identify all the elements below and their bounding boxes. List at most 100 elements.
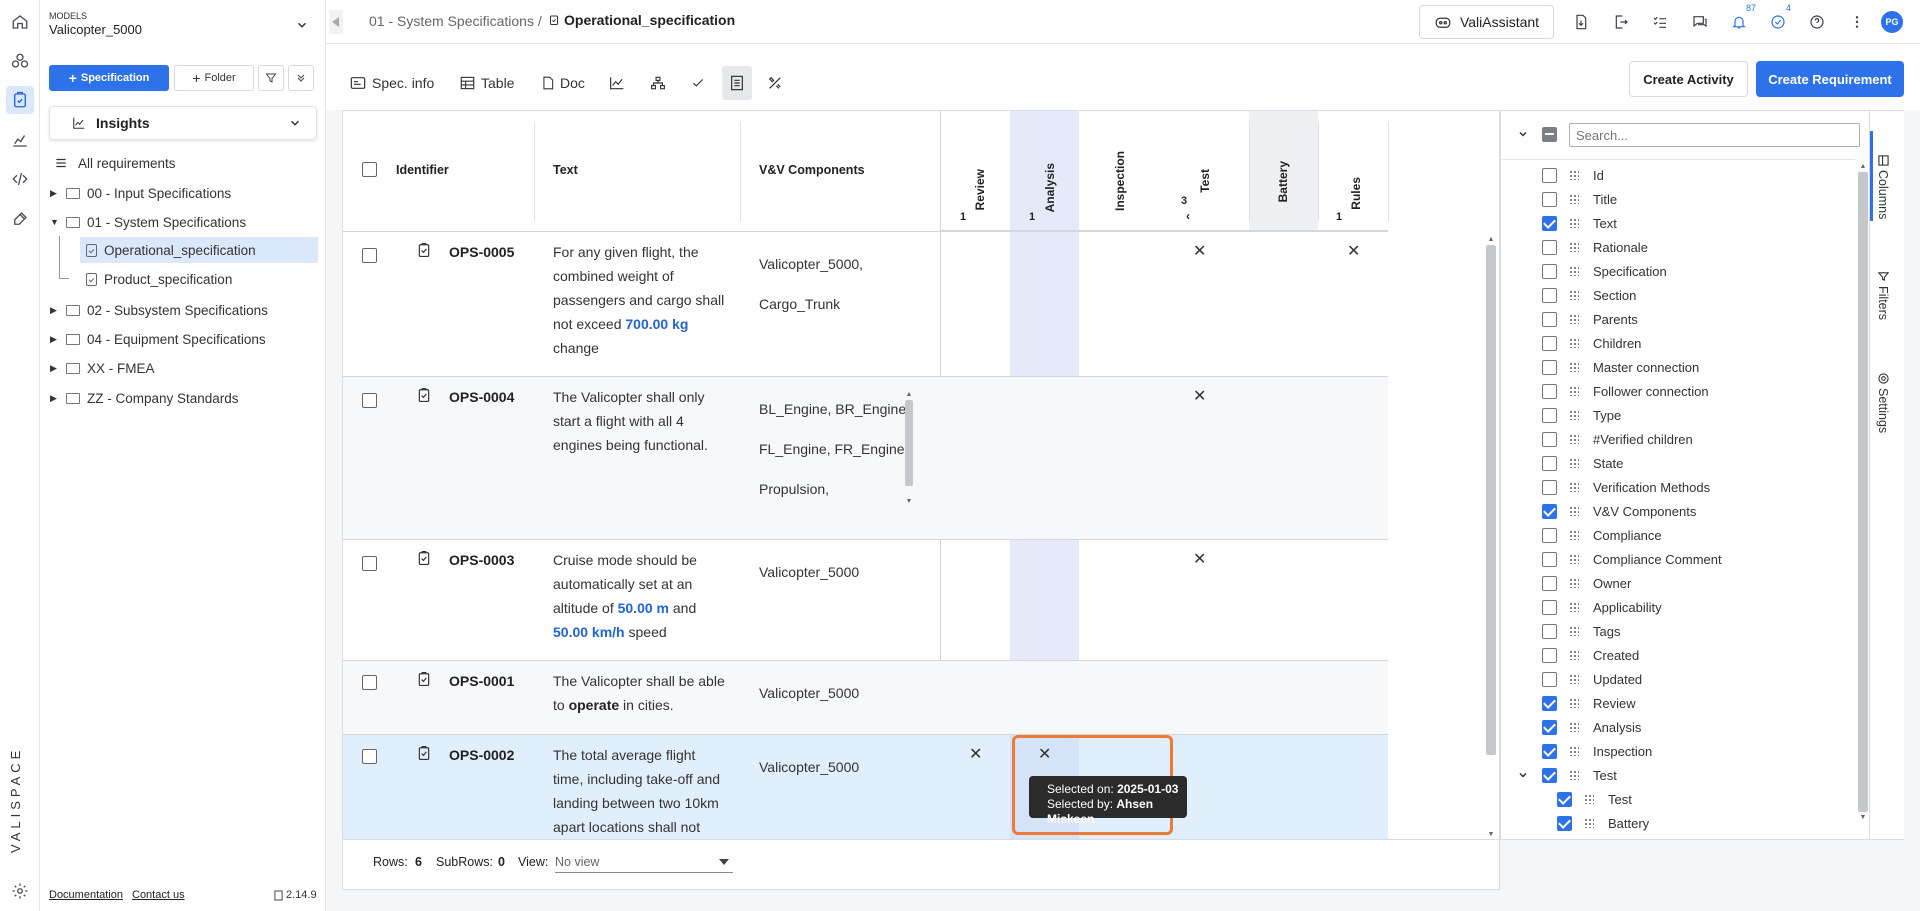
view-select[interactable]: No view [555,851,733,873]
requirement-text[interactable]: For any given flight, the combined weigh… [553,240,733,360]
row-checkbox[interactable] [362,749,377,764]
row-checkbox[interactable] [362,393,377,408]
column-checkbox[interactable] [1557,791,1572,807]
export-icon[interactable] [1610,11,1632,33]
drag-handle-icon[interactable] [1569,602,1579,612]
table-row[interactable]: OPS-0003 Cruise mode should be automatic… [343,539,1388,660]
drag-handle-icon[interactable] [1569,194,1579,204]
column-checkbox[interactable] [1542,359,1557,375]
tree-folder-04[interactable]: ▶ 04 - Equipment Specifications [50,326,266,352]
requirement-id[interactable]: OPS-0002 [449,747,514,763]
column-toggle-item[interactable]: V&V Components [1542,499,1696,523]
user-avatar[interactable]: PG [1881,11,1903,33]
column-toggle-item[interactable]: Parents [1542,307,1638,331]
tree-folder-xx[interactable]: ▶ XX - FMEA [50,355,155,381]
tools-icon[interactable] [6,205,34,233]
drag-handle-icon[interactable] [1569,362,1579,372]
drag-handle-icon[interactable] [1569,482,1579,492]
row-checkbox[interactable] [362,675,377,690]
vv-component[interactable]: Propulsion, [759,479,829,499]
column-checkbox[interactable] [1542,671,1557,687]
tree-operational-specification[interactable]: Operational_specification [80,237,318,263]
drag-handle-icon[interactable] [1569,530,1579,540]
column-checkbox[interactable] [1542,383,1557,399]
verification-view-icon[interactable] [691,66,705,100]
column-checkbox[interactable] [1542,575,1557,591]
requirement-id[interactable]: OPS-0001 [449,673,514,689]
filter-icon[interactable] [258,65,284,91]
column-checkbox[interactable] [1542,167,1557,183]
column-toggle-item[interactable]: Tags [1542,619,1620,643]
column-toggle-item[interactable]: Updated [1542,667,1642,691]
requirement-id[interactable]: OPS-0004 [449,389,514,405]
column-toggle-item[interactable]: #Verified children [1542,427,1693,451]
column-toggle-item[interactable]: Rationale [1542,235,1648,259]
column-checkbox[interactable] [1542,191,1557,207]
collapse-all-icon[interactable] [288,65,314,91]
table-row[interactable]: OPS-0001 The Valicopter shall be able to… [343,660,1388,734]
column-checkbox[interactable] [1542,503,1557,519]
vv-matrix-view-icon[interactable] [722,66,752,100]
vv-component[interactable]: Valicopter_5000, [759,254,863,274]
comments-icon[interactable] [1689,11,1711,33]
column-checkbox[interactable] [1542,239,1557,255]
column-checkbox[interactable] [1542,623,1557,639]
components-icon[interactable] [6,47,34,75]
requirement-text[interactable]: The Valicopter shall be able to operate … [553,669,733,717]
rules-column-header[interactable]: Rules [1349,177,1363,210]
column-toggle-item[interactable]: Section [1542,283,1636,307]
collapse-sidebar-icon[interactable] [329,10,343,34]
column-checkbox[interactable] [1542,551,1557,567]
analytics-icon[interactable] [6,126,34,154]
inspection-column-header[interactable]: Inspection [1113,151,1127,211]
column-checkbox[interactable] [1542,599,1557,615]
column-toggle-item[interactable]: Compliance Comment [1542,547,1722,571]
insights-panel[interactable]: Insights [49,106,317,140]
drag-handle-icon[interactable] [1569,554,1579,564]
column-checkbox[interactable] [1542,719,1557,735]
column-toggle-item[interactable]: Type [1542,403,1621,427]
column-toggle-item[interactable]: Applicability [1542,595,1662,619]
drag-handle-icon[interactable] [1569,770,1579,780]
help-icon[interactable] [1806,11,1828,33]
table-row-selected[interactable]: OPS-0002 The total average flight time, … [343,734,1388,839]
documentation-link[interactable]: Documentation [49,889,123,901]
doc-tab[interactable]: Doc [542,66,585,100]
requirement-text[interactable]: The total average flight time, including… [553,743,733,839]
drag-handle-icon[interactable] [1569,698,1579,708]
chevron-down-icon[interactable] [1517,769,1529,781]
analysis-column-header[interactable]: Analysis [1043,163,1057,212]
table-row[interactable]: OPS-0004 The Valicopter shall only start… [343,376,1388,539]
vv-cell-scrollbar[interactable]: ▲ ▼ [904,391,914,521]
review-column-header[interactable]: Review [973,169,987,210]
text-header[interactable]: Text [553,163,578,177]
drag-handle-icon[interactable] [1569,674,1579,684]
column-checkbox[interactable] [1542,527,1557,543]
column-toggle-item[interactable]: Id [1542,163,1604,187]
drag-handle-icon[interactable] [1569,410,1579,420]
model-selector[interactable]: Valicopter_5000 [49,22,142,37]
requirements-icon[interactable] [6,86,34,114]
tree-view-icon[interactable] [650,66,666,100]
column-toggle-item[interactable]: Follower connection [1542,379,1709,403]
tree-folder-01[interactable]: ▼ 01 - System Specifications [50,209,246,235]
drag-handle-icon[interactable] [1569,170,1579,180]
column-checkbox[interactable] [1557,815,1572,831]
contact-us-link[interactable]: Contact us [132,889,185,901]
drag-handle-icon[interactable] [1569,314,1579,324]
settings-tab[interactable]: Settings [1876,373,1890,433]
drag-handle-icon[interactable] [1569,218,1579,228]
vv-component[interactable]: Valicopter_5000 [759,562,859,582]
breadcrumb-parent[interactable]: 01 - System Specifications / [369,13,542,29]
column-toggle-item[interactable]: Battery [1557,811,1649,835]
settings-gear-icon[interactable] [6,877,34,905]
drag-handle-icon[interactable] [1584,794,1594,804]
chevron-down-icon[interactable] [295,18,309,32]
vv-components-header[interactable]: V&V Components [759,163,865,177]
drag-handle-icon[interactable] [1569,626,1579,636]
drag-handle-icon[interactable] [1569,578,1579,588]
test-mark[interactable]: ✕ [1193,552,1206,568]
column-checkbox[interactable] [1542,431,1557,447]
column-checkbox[interactable] [1542,335,1557,351]
notifications-bell-icon[interactable] [1728,11,1750,33]
